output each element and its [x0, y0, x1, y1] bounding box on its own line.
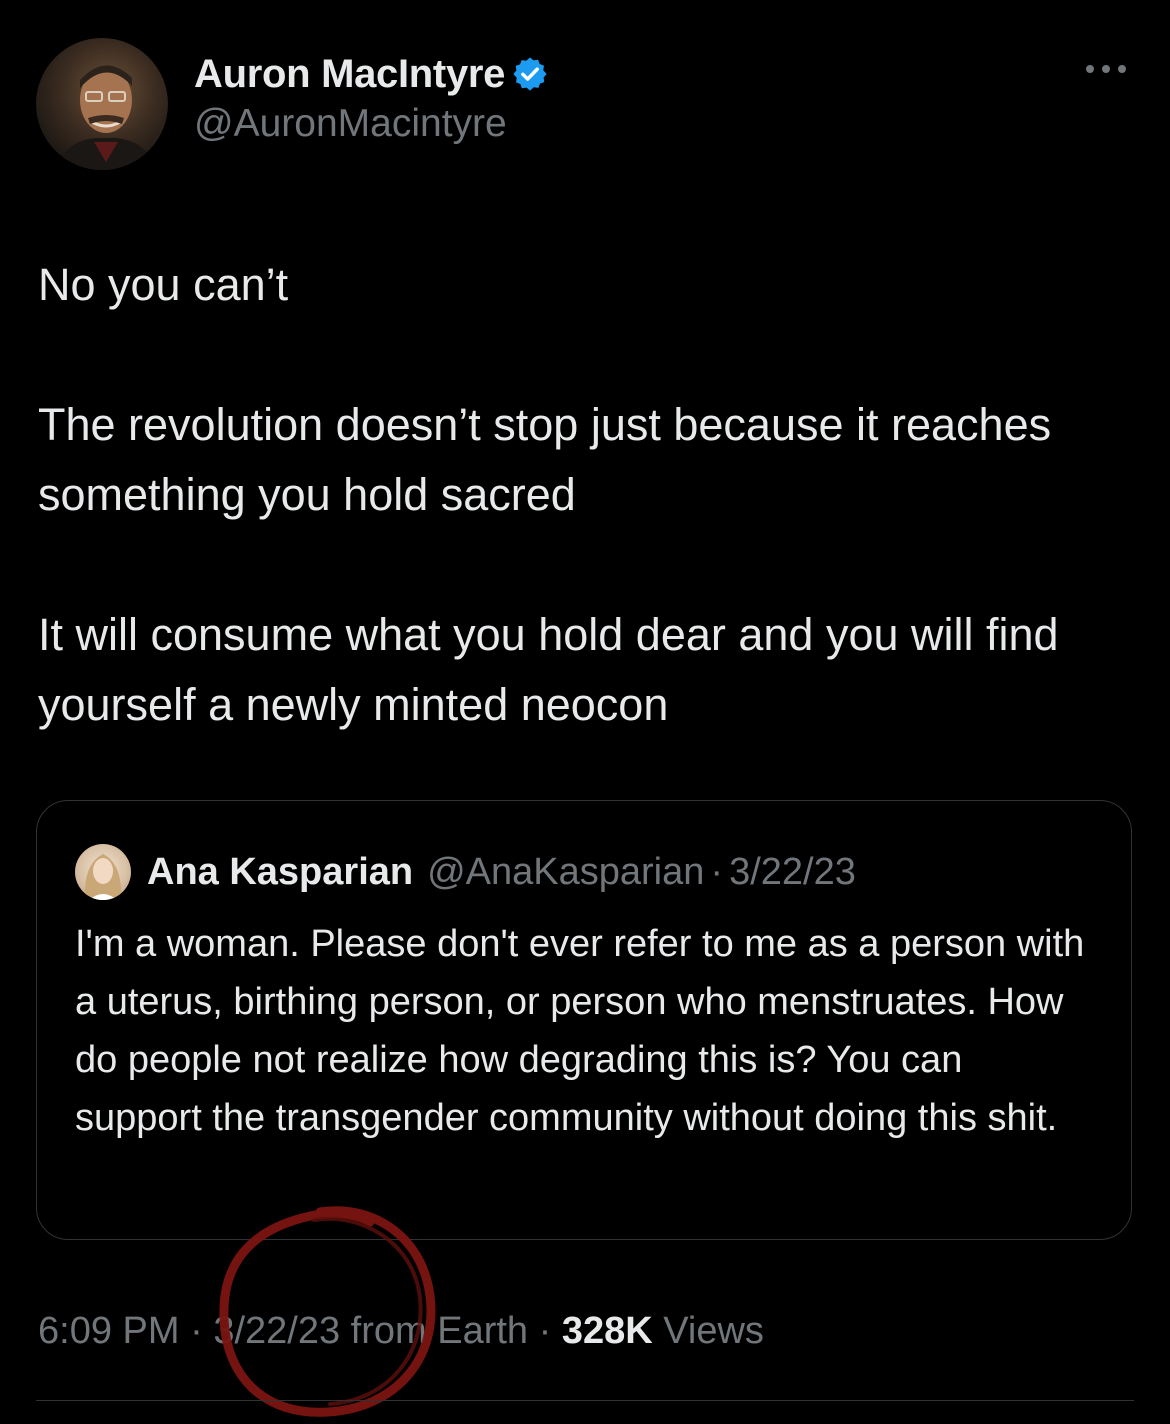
meta-separator: · — [190, 1310, 203, 1352]
views-label[interactable]: Views — [663, 1310, 764, 1352]
quoted-separator: · — [710, 850, 724, 893]
meta-separator: · — [538, 1310, 552, 1352]
quoted-tweet[interactable]: Ana Kasparian @AnaKasparian · 3/22/23 I'… — [36, 800, 1132, 1240]
author-avatar[interactable] — [36, 38, 168, 170]
quoted-date[interactable]: 3/22/23 — [729, 851, 856, 894]
more-horizontal-icon[interactable] — [1084, 62, 1128, 81]
author-display-name[interactable]: Auron MacIntyre — [194, 52, 505, 96]
quoted-author-display-name[interactable]: Ana Kasparian — [147, 851, 413, 894]
quoted-author-handle[interactable]: @AnaKasparian — [427, 851, 704, 894]
tweet-header: Auron MacIntyre @AuronMacintyre — [36, 38, 1134, 170]
hand-drawn-circle-annotation — [219, 1206, 436, 1417]
quoted-tweet-header: Ana Kasparian @AnaKasparian · 3/22/23 — [75, 843, 856, 901]
tweet-paragraph: The revolution doesn’t stop just because… — [38, 399, 1052, 520]
tweet-body: No you can’t The revolution doesn’t stop… — [38, 250, 1118, 740]
author-handle[interactable]: @AuronMacintyre — [194, 102, 549, 146]
author-names: Auron MacIntyre @AuronMacintyre — [194, 52, 549, 146]
quoted-author-avatar — [75, 844, 131, 900]
quoted-author-avatar-image — [84, 854, 122, 900]
tweet-time[interactable]: 6:09 PM — [38, 1310, 180, 1352]
tweet-paragraph: No you can’t — [38, 259, 289, 310]
verified-badge-icon — [511, 55, 549, 98]
author-avatar-image — [56, 65, 156, 170]
quoted-tweet-text: I'm a woman. Please don't ever refer to … — [75, 923, 1085, 1139]
divider — [36, 1400, 1134, 1401]
views-count[interactable]: 328K — [562, 1310, 653, 1352]
tweet-paragraph: It will consume what you hold dear and y… — [38, 609, 1059, 730]
